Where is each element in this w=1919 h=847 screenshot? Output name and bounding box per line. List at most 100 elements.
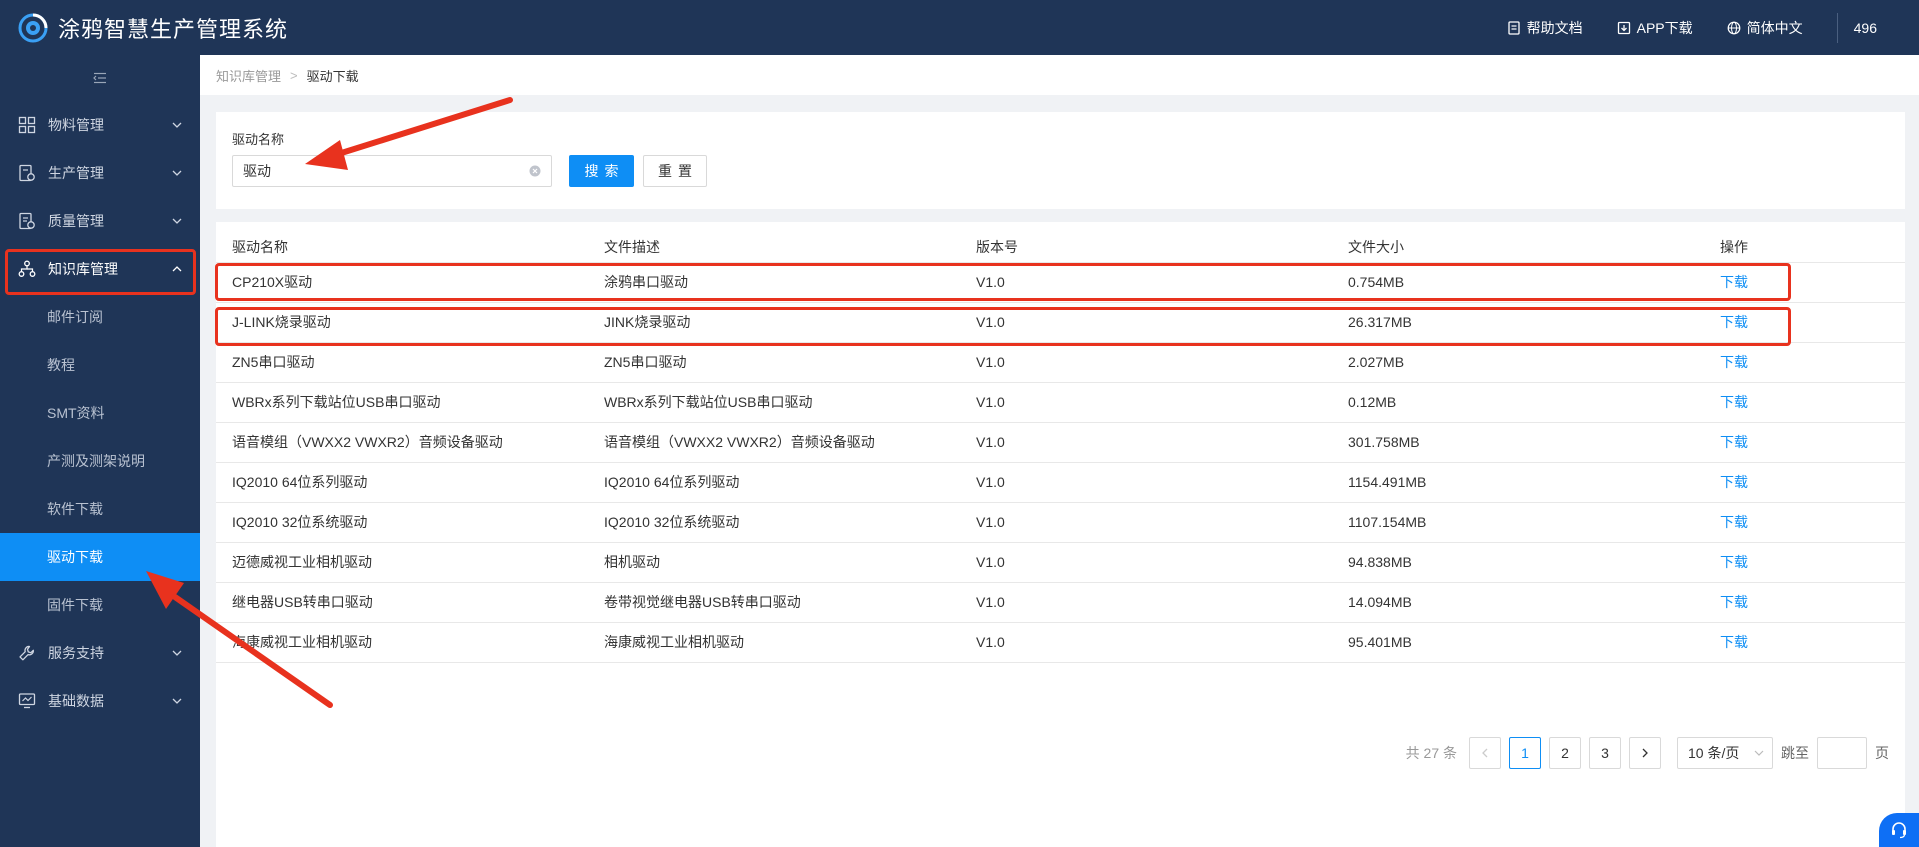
page-button-1[interactable]: 1 bbox=[1509, 737, 1541, 769]
sidebar-item-service-support[interactable]: 服务支持 bbox=[0, 629, 200, 677]
app-title: 涂鸦智慧生产管理系统 bbox=[58, 16, 289, 42]
sidebar-subitem-smt-docs[interactable]: SMT资料 bbox=[0, 389, 200, 437]
download-link[interactable]: 下载 bbox=[1704, 382, 1905, 423]
cell-desc: 海康威视工业相机驱动 bbox=[588, 622, 960, 663]
table-row: J-LINK烧录驱动 JINK烧录驱动 V1.0 26.317MB 下载 bbox=[216, 302, 1905, 343]
cell-version: V1.0 bbox=[960, 582, 1332, 623]
driver-table: 驱动名称 文件描述 版本号 文件大小 操作 CP210X驱动 涂鸦串口驱动 V1… bbox=[216, 222, 1905, 663]
submenu-label: 邮件订阅 bbox=[47, 309, 103, 325]
cell-size: 26.317MB bbox=[1332, 302, 1704, 343]
sidebar-subitem-software-download[interactable]: 软件下载 bbox=[0, 485, 200, 533]
cell-size: 95.401MB bbox=[1332, 622, 1704, 663]
help-docs-link[interactable]: 帮助文档 bbox=[1507, 18, 1583, 38]
cell-name: 语音模组（VWXX2 VWXR2）音频设备驱动 bbox=[216, 422, 588, 463]
cell-version: V1.0 bbox=[960, 622, 1332, 663]
page-button-3[interactable]: 3 bbox=[1589, 737, 1621, 769]
customer-service-button[interactable] bbox=[1879, 813, 1919, 847]
download-link[interactable]: 下载 bbox=[1704, 422, 1905, 463]
submenu-label: 软件下载 bbox=[47, 501, 103, 517]
breadcrumb-parent[interactable]: 知识库管理 bbox=[216, 66, 281, 85]
submenu-label: 教程 bbox=[47, 357, 75, 373]
page-size-select[interactable]: 10 条/页 bbox=[1677, 737, 1773, 769]
driver-table-panel: 驱动名称 文件描述 版本号 文件大小 操作 CP210X驱动 涂鸦串口驱动 V1… bbox=[216, 222, 1905, 847]
main-content: 知识库管理 > 驱动下载 驱动名称 驱动 搜索 重置 驱动名称 文件描述 版本号… bbox=[200, 55, 1919, 847]
driver-name-input-value: 驱动 bbox=[243, 163, 271, 179]
sidebar-subitem-firmware-download[interactable]: 固件下载 bbox=[0, 581, 200, 629]
cell-name: IQ2010 64位系列驱动 bbox=[216, 462, 588, 503]
table-row: WBRx系列下载站位USB串口驱动 WBRx系列下载站位USB串口驱动 V1.0… bbox=[216, 382, 1905, 423]
sidebar-subitem-test-fixture-docs[interactable]: 产测及测架说明 bbox=[0, 437, 200, 485]
cell-desc: IQ2010 32位系统驱动 bbox=[588, 502, 960, 543]
reset-button[interactable]: 重置 bbox=[643, 155, 707, 187]
download-link[interactable]: 下载 bbox=[1704, 302, 1905, 343]
download-link[interactable]: 下载 bbox=[1704, 462, 1905, 503]
pagination-total: 共 27 条 bbox=[1405, 745, 1457, 761]
sidebar-item-label: 服务支持 bbox=[48, 645, 104, 661]
table-row: 继电器USB转串口驱动 卷带视觉继电器USB转串口驱动 V1.0 14.094M… bbox=[216, 582, 1905, 623]
next-page-button[interactable] bbox=[1629, 737, 1661, 769]
prev-page-button[interactable] bbox=[1469, 737, 1501, 769]
help-docs-label: 帮助文档 bbox=[1526, 19, 1583, 36]
sidebar-item-knowledge-base[interactable]: 知识库管理 bbox=[0, 245, 200, 293]
breadcrumb-current: 驱动下载 bbox=[306, 68, 359, 84]
search-field-label: 驱动名称 bbox=[232, 132, 285, 147]
cell-desc: 语音模组（VWXX2 VWXR2）音频设备驱动 bbox=[588, 422, 960, 463]
cell-size: 94.838MB bbox=[1332, 542, 1704, 583]
cell-name: IQ2010 32位系统驱动 bbox=[216, 502, 588, 543]
table-row: ZN5串口驱动 ZN5串口驱动 V1.0 2.027MB 下载 bbox=[216, 342, 1905, 383]
cell-version: V1.0 bbox=[960, 342, 1332, 383]
download-link[interactable]: 下载 bbox=[1704, 502, 1905, 543]
org-icon bbox=[18, 260, 36, 277]
user-account[interactable]: 496 bbox=[1854, 20, 1877, 36]
cell-desc: WBRx系列下载站位USB串口驱动 bbox=[588, 382, 960, 423]
cell-version: V1.0 bbox=[960, 542, 1332, 583]
monitor-icon bbox=[18, 693, 36, 709]
chevron-down-icon bbox=[172, 218, 182, 224]
cell-size: 14.094MB bbox=[1332, 582, 1704, 623]
cell-name: J-LINK烧录驱动 bbox=[216, 302, 588, 343]
page-suffix: 页 bbox=[1875, 745, 1889, 761]
cell-size: 0.12MB bbox=[1332, 382, 1704, 423]
submenu-label: 产测及测架说明 bbox=[47, 453, 145, 469]
cell-desc: ZN5串口驱动 bbox=[588, 342, 960, 383]
page-button-2[interactable]: 2 bbox=[1549, 737, 1581, 769]
download-link[interactable]: 下载 bbox=[1704, 342, 1905, 383]
column-header-name: 驱动名称 bbox=[216, 222, 588, 263]
sidebar-subitem-tutorial[interactable]: 教程 bbox=[0, 341, 200, 389]
headset-icon bbox=[1892, 822, 1906, 839]
jump-page-input[interactable] bbox=[1817, 737, 1867, 769]
sidebar-subitem-mail-subscribe[interactable]: 邮件订阅 bbox=[0, 293, 200, 341]
sidebar-item-basic-data[interactable]: 基础数据 bbox=[0, 677, 200, 725]
header-divider bbox=[1836, 12, 1838, 43]
download-link[interactable]: 下载 bbox=[1704, 622, 1905, 663]
column-header-version: 版本号 bbox=[960, 222, 1332, 263]
cell-version: V1.0 bbox=[960, 262, 1332, 303]
app-download-link[interactable]: APP下载 bbox=[1617, 18, 1693, 38]
logo-area[interactable]: 涂鸦智慧生产管理系统 bbox=[0, 12, 288, 44]
sidebar-item-label: 基础数据 bbox=[48, 693, 104, 709]
chevron-down-icon bbox=[172, 122, 182, 128]
wrench-icon bbox=[19, 645, 34, 661]
download-link[interactable]: 下载 bbox=[1704, 542, 1905, 583]
sidebar-item-production[interactable]: 生产管理 bbox=[0, 149, 200, 197]
download-link[interactable]: 下载 bbox=[1704, 582, 1905, 623]
document-icon bbox=[1507, 20, 1520, 35]
cell-version: V1.0 bbox=[960, 382, 1332, 423]
sidebar-item-label: 物料管理 bbox=[48, 117, 104, 133]
cell-version: V1.0 bbox=[960, 302, 1332, 343]
cell-name: CP210X驱动 bbox=[216, 262, 588, 303]
logo-icon bbox=[18, 13, 48, 42]
download-link[interactable]: 下载 bbox=[1704, 262, 1905, 303]
sidebar-subitem-driver-download[interactable]: 驱动下载 bbox=[0, 533, 200, 581]
driver-name-input[interactable]: 驱动 bbox=[232, 155, 552, 187]
download-icon bbox=[1617, 21, 1630, 34]
grid-icon bbox=[18, 116, 36, 134]
sidebar-item-material[interactable]: 物料管理 bbox=[0, 101, 200, 149]
collapse-menu-button[interactable] bbox=[0, 55, 200, 101]
clear-icon[interactable] bbox=[529, 165, 541, 177]
menu-fold-icon bbox=[93, 72, 106, 84]
language-switch[interactable]: 简体中文 bbox=[1727, 18, 1803, 38]
sidebar-item-quality[interactable]: 质量管理 bbox=[0, 197, 200, 245]
cell-size: 0.754MB bbox=[1332, 262, 1704, 303]
search-button[interactable]: 搜索 bbox=[569, 155, 634, 187]
